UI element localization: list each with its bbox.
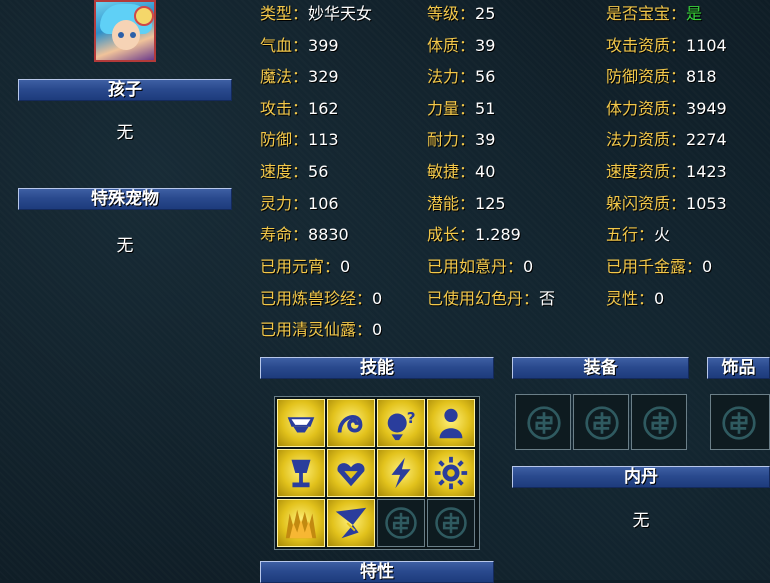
stat-spirit: 灵力：106 bbox=[260, 194, 339, 213]
stat-type: 类型：妙华天女 bbox=[260, 4, 373, 23]
stat-speed-apt: 速度资质：1423 bbox=[606, 162, 727, 181]
empty-slot-icon bbox=[527, 406, 561, 440]
stat-qianjinlu: 已用千金露：0 bbox=[606, 257, 713, 276]
roar-mouth-icon[interactable] bbox=[277, 399, 325, 447]
child-value: 无 bbox=[116, 123, 134, 143]
stat-ruyidan: 已用如意丹：0 bbox=[427, 257, 534, 276]
svg-text:?: ? bbox=[407, 409, 416, 427]
stat-strength: 力量：51 bbox=[427, 99, 496, 118]
empty-slot-icon bbox=[585, 406, 619, 440]
equipment-header: 装备 bbox=[512, 357, 689, 379]
question-orb-icon[interactable]: ? bbox=[377, 399, 425, 447]
stat-defense-apt: 防御资质：818 bbox=[606, 67, 717, 86]
stat-magic-apt: 法力资质：2274 bbox=[606, 130, 727, 149]
stat-speed: 速度：56 bbox=[260, 162, 329, 181]
neidan-header: 内丹 bbox=[512, 466, 770, 488]
swirling-spirit-icon[interactable] bbox=[327, 399, 375, 447]
stat-lingxing: 灵性：0 bbox=[606, 289, 665, 308]
accessory-slot[interactable] bbox=[710, 394, 770, 450]
stat-endurance: 耐力：39 bbox=[427, 130, 496, 149]
stat-defense: 防御：113 bbox=[260, 130, 339, 149]
pet-avatar[interactable] bbox=[94, 0, 156, 62]
stat-is-baby: 是否宝宝：是 bbox=[606, 4, 703, 23]
stat-hp: 气血：399 bbox=[260, 36, 339, 55]
skill-grid: ? bbox=[274, 396, 480, 550]
stat-yuanxiao: 已用元宵：0 bbox=[260, 257, 351, 276]
stat-stamina-apt: 体力资质：3949 bbox=[606, 99, 727, 118]
stat-potential: 潜能：125 bbox=[427, 194, 506, 213]
flame-wall-icon[interactable] bbox=[277, 499, 325, 547]
stat-lifespan: 寿命：8830 bbox=[260, 225, 349, 244]
special-pet-value: 无 bbox=[116, 236, 134, 256]
special-pet-header: 特殊宠物 bbox=[18, 188, 232, 210]
heart-shield-icon[interactable] bbox=[327, 449, 375, 497]
empty-slot-icon bbox=[722, 406, 756, 440]
stat-magic: 法力：56 bbox=[427, 67, 496, 86]
stat-attack: 攻击：162 bbox=[260, 99, 339, 118]
hair-ornament-icon bbox=[134, 6, 154, 26]
stat-constitution: 体质：39 bbox=[427, 36, 496, 55]
blade-strike-icon[interactable] bbox=[327, 499, 375, 547]
stat-qingling: 已用清灵仙露：0 bbox=[260, 320, 383, 339]
equipment-slot-3[interactable] bbox=[631, 394, 687, 450]
equipment-slot-2[interactable] bbox=[573, 394, 629, 450]
stat-agility: 敏捷：40 bbox=[427, 162, 496, 181]
silhouette-icon[interactable] bbox=[427, 399, 475, 447]
stat-element: 五行：火 bbox=[606, 225, 671, 244]
stat-mp: 魔法：329 bbox=[260, 67, 339, 86]
skills-header: 技能 bbox=[260, 357, 494, 379]
stat-growth: 成长：1.289 bbox=[427, 225, 521, 244]
empty-slot-icon[interactable] bbox=[427, 499, 475, 547]
stat-level: 等级：25 bbox=[427, 4, 496, 23]
accessory-header: 饰品 bbox=[707, 357, 770, 379]
stat-dodge-apt: 躲闪资质：1053 bbox=[606, 194, 727, 213]
stat-attack-apt: 攻击资质：1104 bbox=[606, 36, 727, 55]
child-header: 孩子 bbox=[18, 79, 232, 101]
sun-gear-icon[interactable] bbox=[427, 449, 475, 497]
goblet-icon[interactable] bbox=[277, 449, 325, 497]
lightning-icon[interactable] bbox=[377, 449, 425, 497]
equipment-slot-1[interactable] bbox=[515, 394, 571, 450]
stat-huanse: 已使用幻色丹：否 bbox=[427, 289, 556, 308]
neidan-value: 无 bbox=[632, 511, 650, 531]
stat-lianshou: 已用炼兽珍经：0 bbox=[260, 289, 383, 308]
empty-slot-icon bbox=[643, 406, 677, 440]
empty-slot-icon[interactable] bbox=[377, 499, 425, 547]
